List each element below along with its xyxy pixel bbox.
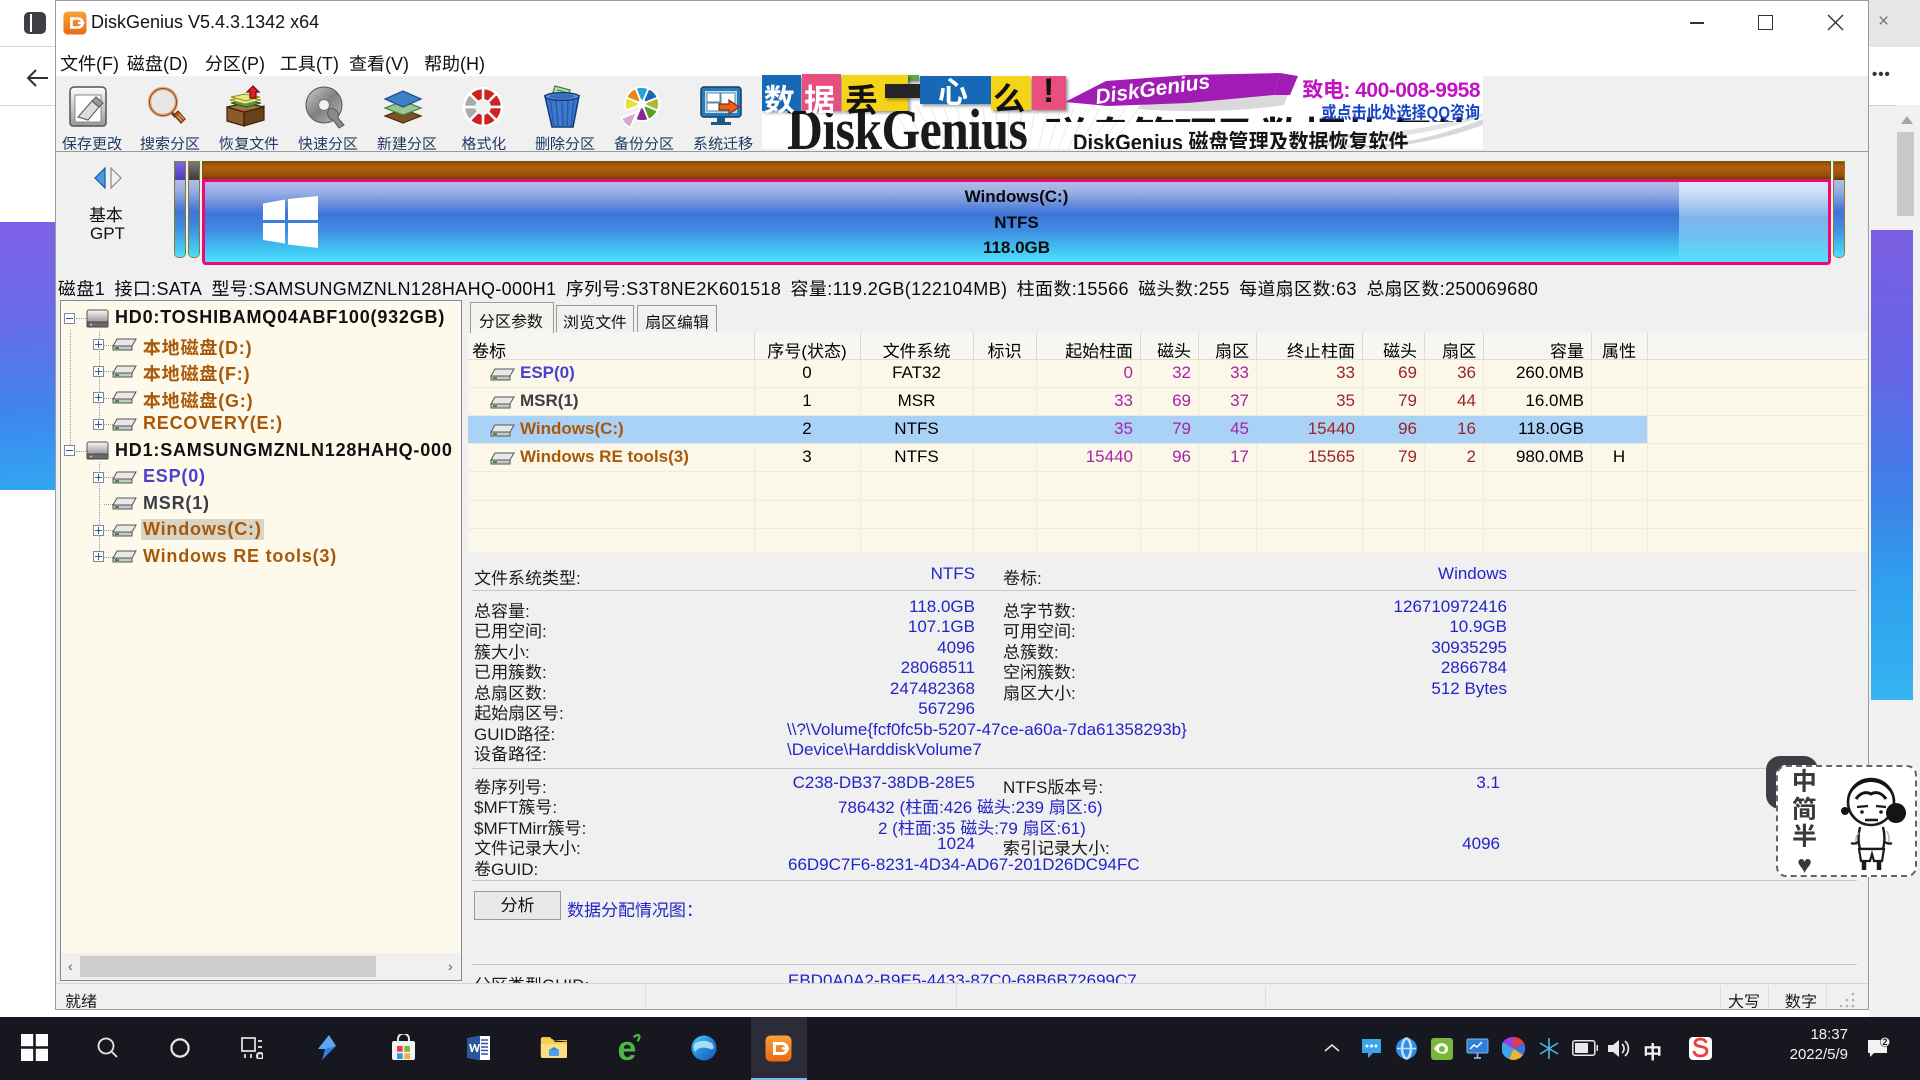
svg-text:2: 2 xyxy=(1882,1037,1887,1047)
svg-text:e: e xyxy=(618,1033,637,1063)
